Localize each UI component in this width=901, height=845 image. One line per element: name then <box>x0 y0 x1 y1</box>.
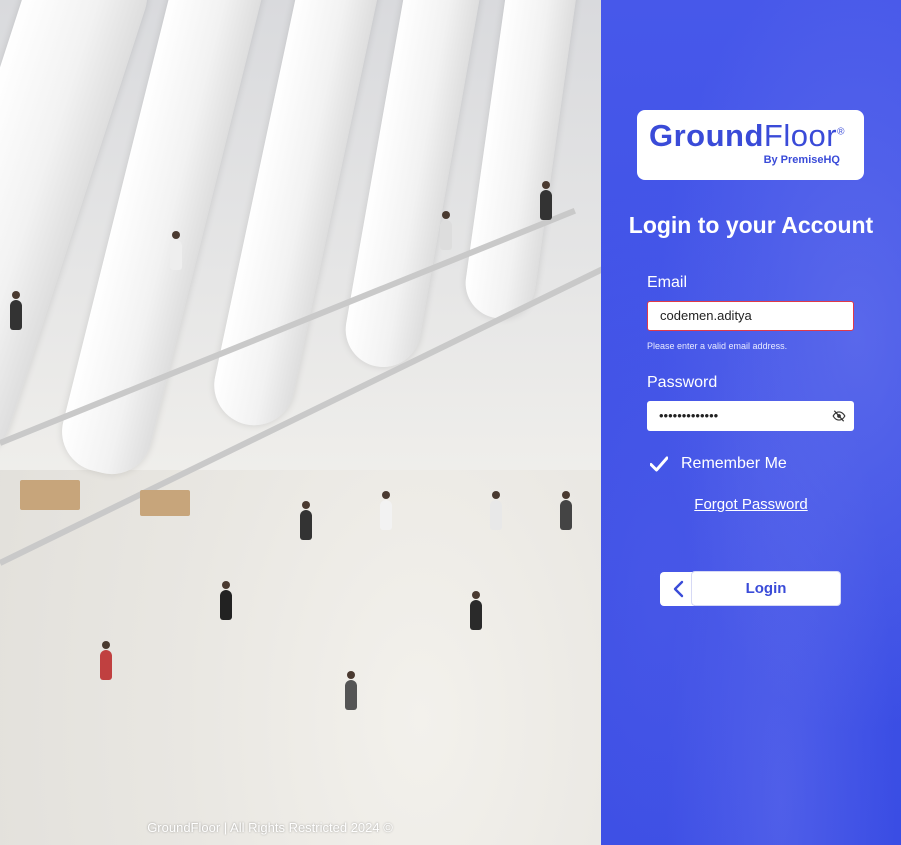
pedestrian <box>300 501 312 540</box>
password-value: ••••••••••••• <box>659 408 719 423</box>
logo-wordmark: GroundFloor® <box>649 118 845 154</box>
password-field[interactable]: ••••••••••••• <box>647 401 854 431</box>
email-value: codemen.aditya <box>660 308 752 323</box>
page-title: Login to your Account <box>628 212 874 238</box>
forgot-password-link[interactable]: Forgot Password <box>601 496 901 513</box>
pedestrian <box>560 491 572 530</box>
kiosk <box>140 490 190 516</box>
chevron-left-icon <box>673 580 684 598</box>
pedestrian <box>345 671 357 710</box>
pedestrian <box>470 591 482 630</box>
remember-me-label[interactable]: Remember Me <box>681 455 787 473</box>
checkmark-icon[interactable] <box>650 456 668 472</box>
pedestrian <box>540 181 552 220</box>
pedestrian <box>100 641 112 680</box>
pedestrian <box>380 491 392 530</box>
background-photo: GroundFloor | All Rights Restricted 2024… <box>0 0 601 845</box>
logo-word-floor: Floor <box>763 118 838 153</box>
back-button[interactable] <box>660 572 694 606</box>
login-button[interactable]: Login <box>691 571 841 606</box>
login-panel: GroundFloor® By PremiseHQ Login to your … <box>601 0 901 845</box>
pedestrian <box>440 211 452 250</box>
email-error-message: Please enter a valid email address. <box>647 341 788 351</box>
registered-mark: ® <box>837 126 845 138</box>
email-field[interactable]: codemen.aditya <box>647 301 854 331</box>
pedestrian <box>220 581 232 620</box>
pedestrian <box>170 231 182 270</box>
pedestrian <box>10 291 22 330</box>
copyright-footer: GroundFloor | All Rights Restricted 2024… <box>147 820 393 835</box>
groundfloor-logo: GroundFloor® By PremiseHQ <box>637 110 864 180</box>
email-label: Email <box>647 274 688 291</box>
eye-off-icon[interactable] <box>832 409 846 423</box>
logo-word-ground: Ground <box>649 118 764 153</box>
pedestrian <box>490 491 502 530</box>
password-label: Password <box>647 374 718 391</box>
logo-byline: By PremiseHQ <box>763 154 840 166</box>
kiosk <box>20 480 80 510</box>
